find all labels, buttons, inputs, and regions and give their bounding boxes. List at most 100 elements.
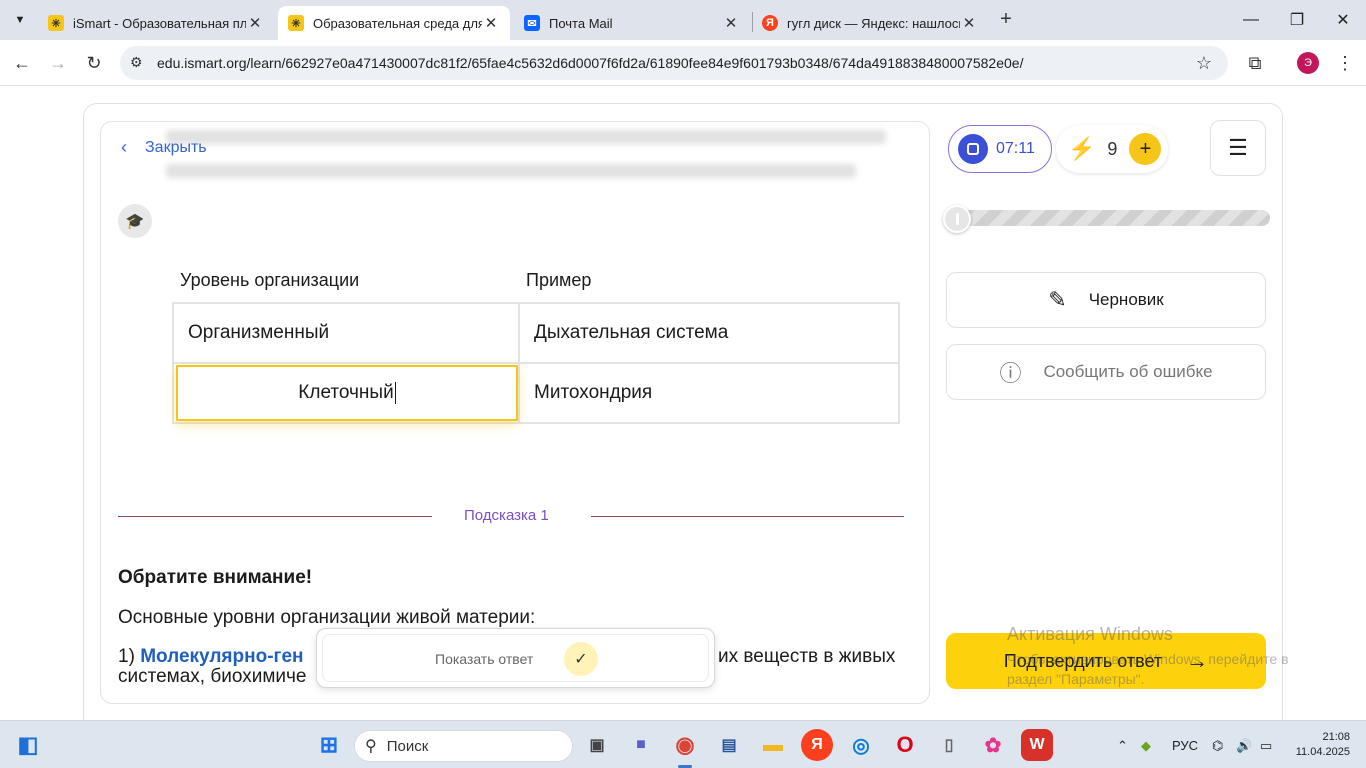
tab-ismart[interactable]: ✳ iSmart - Образовательная пла ✕ (38, 6, 274, 40)
tab-mail[interactable]: ✉ Почта Mail ✕ (514, 6, 750, 40)
antivirus-tray-icon[interactable]: ◆ (1141, 738, 1151, 754)
exclamation-circle-icon: ⓘ (999, 361, 1022, 386)
volume-icon[interactable]: 🔊 (1236, 738, 1252, 754)
check-circle-icon: ✓ (564, 642, 598, 676)
hint-divider: Подсказка 1 (118, 506, 904, 526)
restore-button[interactable]: ❐ (1274, 0, 1320, 40)
language-indicator[interactable]: РУС (1172, 738, 1198, 753)
close-tab-icon[interactable]: ✕ (722, 14, 740, 32)
progress-track (947, 210, 1270, 226)
show-answer-button[interactable]: Показать ответ ✓ (316, 628, 715, 688)
blurred-question-text (166, 164, 856, 178)
table-cell: Дыхательная система (534, 322, 729, 343)
energy-counter: ⚡ 9 + (1056, 125, 1168, 173)
close-link[interactable]: ‹ Закрыть (121, 137, 207, 158)
forward-button[interactable]: → (45, 50, 71, 76)
page-content: ‹ Закрыть 🎓 Уровень организации Пример О… (0, 87, 1366, 743)
edge-icon[interactable]: ◎ (845, 729, 877, 761)
task-view-icon[interactable]: ▣ (581, 729, 613, 761)
draft-button[interactable]: ✎ Черновик (946, 272, 1266, 328)
chrome-icon[interactable]: ◉ (669, 729, 701, 761)
windows-activation-text: Чтобы активировать Windows, перейдите в … (1007, 651, 1289, 687)
divider-line (591, 516, 904, 517)
battery-icon[interactable]: ▭ (1260, 738, 1272, 754)
reload-button[interactable]: ↻ (81, 50, 107, 76)
hint-label[interactable]: Подсказка 1 (464, 507, 549, 524)
lightning-icon: ⚡ (1068, 136, 1096, 161)
profile-avatar[interactable]: Э (1297, 52, 1319, 74)
chevron-up-icon[interactable]: ⌃ (1117, 738, 1128, 754)
system-clock[interactable]: 21:08 11.04.2025 (1290, 730, 1350, 760)
answer-input-value: Клеточный (298, 382, 394, 403)
yandex-favicon-icon: Я (762, 15, 778, 31)
pencil-icon: ✎ (1048, 287, 1067, 312)
ismart-favicon-icon: ✳ (288, 15, 304, 31)
graduation-cap-icon[interactable]: 🎓 (118, 204, 152, 238)
extensions-icon[interactable]: ⧉ (1244, 52, 1266, 74)
browser-menu-icon[interactable]: ⋮ (1334, 52, 1356, 74)
opera-icon[interactable]: O (889, 729, 921, 761)
close-tab-icon[interactable]: ✕ (246, 14, 264, 32)
answer-input[interactable]: Клеточный (176, 365, 518, 421)
minimize-button[interactable]: — (1228, 0, 1274, 40)
chat-icon[interactable]: ■ (625, 729, 657, 761)
wifi-icon[interactable]: ⌬ (1212, 738, 1223, 754)
tab-bar: ▼ ✳ iSmart - Образовательная пла ✕ ✳ Обр… (0, 0, 1366, 40)
widgets-icon[interactable]: ◧ (12, 729, 44, 761)
report-error-button[interactable]: ⓘ Сообщить об ошибке (946, 344, 1266, 400)
levels-intro: Основные уровни организации живой матери… (118, 607, 536, 628)
address-bar[interactable]: ⚙ edu.ismart.org/learn/662927e0a47143000… (120, 46, 1228, 80)
windows-activation-title: Активация Windows (1007, 624, 1173, 644)
photo-app-icon[interactable]: ✿ (977, 729, 1009, 761)
save-disk-icon[interactable]: ▤ (713, 729, 745, 761)
table-cell: Организменный (188, 322, 330, 343)
molecular-term: Молекулярно-ген (140, 646, 304, 667)
molecular-text-line2: системах, биохимиче (118, 666, 307, 687)
attention-heading: Обратите внимание! (118, 567, 313, 588)
back-button[interactable]: ← (9, 50, 35, 76)
yandex-browser-icon[interactable]: Я (801, 729, 833, 761)
search-label: Поиск (386, 737, 429, 755)
address-url[interactable]: edu.ismart.org/learn/662927e0a471430007d… (157, 55, 1023, 71)
show-answer-inner: Показать ответ ✓ (322, 634, 709, 682)
close-window-button[interactable]: ✕ (1320, 0, 1366, 40)
report-error-label: Сообщить об ошибке (1043, 362, 1213, 381)
tab-yandex-search[interactable]: Я гугл диск — Яндекс: нашлось ✕ (752, 6, 988, 40)
file-explorer-icon[interactable]: ▬ (757, 729, 789, 761)
table-header-example: Пример (526, 270, 592, 290)
stop-icon[interactable] (958, 134, 988, 164)
new-tab-button[interactable]: + (994, 8, 1018, 32)
document-icon[interactable]: ▯ (933, 729, 965, 761)
windows-taskbar: ◧ ⊞ ⚲ Поиск ▣ ■ ◉ ▤ ▬ Я ◎ O ▯ ✿ W ⌃ ◆ РУ… (0, 720, 1366, 768)
show-answer-label: Показать ответ (435, 651, 534, 667)
progress-knob (943, 205, 971, 233)
mail-favicon-icon: ✉ (524, 15, 540, 31)
bookmark-star-icon[interactable]: ☆ (1193, 52, 1215, 74)
clock-date: 11.04.2025 (1295, 746, 1350, 758)
wps-office-icon[interactable]: W (1021, 729, 1053, 761)
timer[interactable]: 07:11 (948, 125, 1052, 173)
close-tab-icon[interactable]: ✕ (960, 14, 978, 32)
ismart-favicon-icon: ✳ (48, 15, 64, 31)
molecular-text-end: их веществ в живых (718, 646, 896, 667)
draft-label: Черновик (1088, 290, 1164, 309)
clock-time: 21:08 (1322, 731, 1350, 743)
task-list-menu-icon[interactable]: ☰ (1210, 120, 1266, 176)
windows-start-icon[interactable]: ⊞ (313, 729, 345, 761)
task-card: ‹ Закрыть 🎓 Уровень организации Пример О… (100, 121, 930, 704)
blurred-question-text (166, 130, 886, 144)
energy-value: 9 (1107, 138, 1118, 159)
chevron-left-icon: ‹ (121, 137, 127, 157)
site-info-icon[interactable]: ⚙ (130, 54, 143, 71)
taskbar-search[interactable]: ⚲ Поиск (354, 730, 573, 762)
progress-bar (943, 205, 1270, 233)
close-tab-icon[interactable]: ✕ (482, 14, 500, 32)
close-label: Закрыть (145, 138, 207, 156)
tab-edu-environment[interactable]: ✳ Образовательная среда для са ✕ (278, 6, 510, 40)
add-energy-button[interactable]: + (1129, 133, 1162, 165)
table-divider (518, 304, 520, 422)
table-cell: Митохондрия (534, 382, 653, 403)
tab-search-button[interactable]: ▼ (8, 8, 32, 32)
text-caret (394, 382, 396, 404)
answer-table: Организменный Дыхательная система Клеточ… (172, 302, 900, 424)
